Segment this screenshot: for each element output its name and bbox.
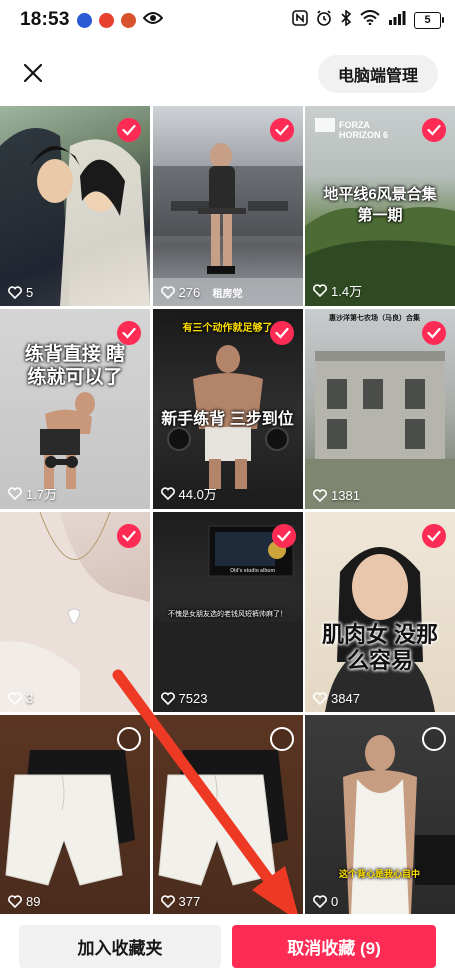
status-bar: 18:53 5	[0, 0, 455, 40]
video-thumbnail[interactable]: 377	[152, 715, 303, 915]
video-caption: 练背直接 瞎练就可以了	[24, 344, 126, 388]
selected-check-icon[interactable]	[422, 524, 446, 548]
eye-icon	[142, 11, 163, 30]
heart-icon	[8, 895, 22, 908]
video-caption: 租房党	[212, 289, 243, 300]
heart-icon	[160, 487, 175, 500]
status-right: 5	[292, 8, 444, 31]
video-small-text: Old's studio album	[230, 568, 275, 574]
heart-icon	[313, 895, 327, 908]
alarm-icon	[316, 9, 332, 31]
status-left: 18:53	[20, 9, 163, 31]
video-thumbnail[interactable]: 有三个动作就足够了 新手练背 三步到位 44.0万	[152, 309, 303, 509]
heart-icon	[8, 286, 22, 299]
wifi-icon	[360, 10, 380, 30]
video-thumbnail[interactable]: 3	[0, 512, 150, 712]
like-count: 5	[8, 285, 33, 300]
like-count: 89	[8, 894, 40, 909]
video-caption: 肌肉女 没那么容易	[321, 622, 439, 673]
video-caption: 新手练背 三步到位	[161, 411, 294, 428]
cancel-favorite-button[interactable]: 取消收藏 (9)	[232, 925, 436, 968]
bottom-action-bar: 加入收藏夹 取消收藏 (9)	[0, 914, 455, 978]
app-notification-icon	[98, 12, 114, 28]
heart-icon	[160, 692, 175, 705]
video-thumbnail[interactable]: 练背直接 瞎练就可以了 1.7万	[0, 309, 150, 509]
heart-icon	[160, 895, 175, 908]
header: 电脑端管理	[0, 44, 455, 104]
video-thumbnail[interactable]: 租房党 276	[152, 106, 303, 306]
like-count: 276	[160, 285, 200, 300]
video-thumbnail[interactable]: 肌肉女 没那么容易 3847	[305, 512, 455, 712]
close-icon	[24, 64, 42, 82]
like-count: 7523	[160, 691, 207, 706]
video-thumbnail[interactable]: 5	[0, 106, 150, 306]
video-caption: 这个背心是我心目中	[339, 869, 421, 879]
favorites-grid: 5 租房党 276 FORZA HORIZON 6 地平线6风景合集 第一期 1…	[0, 106, 455, 915]
heart-icon	[8, 487, 22, 500]
battery-icon: 5	[414, 11, 444, 29]
bluetooth-icon	[340, 8, 352, 31]
pc-manage-button[interactable]: 电脑端管理	[317, 55, 438, 93]
unselected-check-circle[interactable]	[269, 727, 294, 751]
selected-check-icon[interactable]	[272, 524, 296, 548]
selected-check-icon[interactable]	[422, 321, 446, 345]
heart-icon	[313, 692, 327, 705]
selected-check-icon[interactable]	[422, 118, 446, 142]
heart-icon	[313, 284, 327, 297]
like-count: 3847	[313, 691, 360, 706]
selected-check-icon[interactable]	[117, 524, 141, 548]
video-caption: 不愧是女朋友选的老钱风短裤帅麻了！	[168, 611, 287, 618]
video-caption: 地平线6风景合集 第一期	[323, 186, 437, 224]
selected-check-icon[interactable]	[269, 321, 294, 345]
heart-icon	[160, 286, 175, 299]
heart-icon	[313, 489, 327, 502]
video-thumbnail[interactable]: 这个背心是我心目中 0	[305, 715, 455, 915]
add-to-folder-button[interactable]: 加入收藏夹	[19, 925, 221, 968]
selected-check-icon[interactable]	[117, 321, 141, 345]
video-thumbnail[interactable]: FORZA HORIZON 6 地平线6风景合集 第一期 1.4万	[305, 106, 455, 306]
clock: 18:53	[20, 9, 70, 30]
app-notification-icon	[76, 12, 92, 28]
signal-icon	[388, 10, 406, 30]
like-count: 1.7万	[8, 484, 57, 503]
like-count: 1381	[313, 488, 360, 503]
like-count: 0	[313, 894, 338, 909]
unselected-check-circle[interactable]	[422, 727, 446, 751]
selected-check-icon[interactable]	[269, 118, 294, 142]
like-count: 44.0万	[160, 484, 217, 503]
selected-check-icon[interactable]	[117, 118, 141, 142]
unselected-check-circle[interactable]	[117, 727, 141, 751]
video-thumbnail[interactable]: 89	[0, 715, 150, 915]
heart-icon	[8, 692, 22, 705]
app-notification-icon	[120, 12, 136, 28]
game-logo: FORZA HORIZON 6	[339, 120, 389, 140]
like-count: 377	[160, 894, 200, 909]
like-count: 1.4万	[313, 281, 362, 300]
like-count: 3	[8, 691, 33, 706]
nfc-icon	[292, 9, 308, 31]
close-button[interactable]	[16, 56, 50, 90]
video-thumbnail[interactable]: 惠沙洋第七农场（马良）合集 1381	[305, 309, 455, 509]
